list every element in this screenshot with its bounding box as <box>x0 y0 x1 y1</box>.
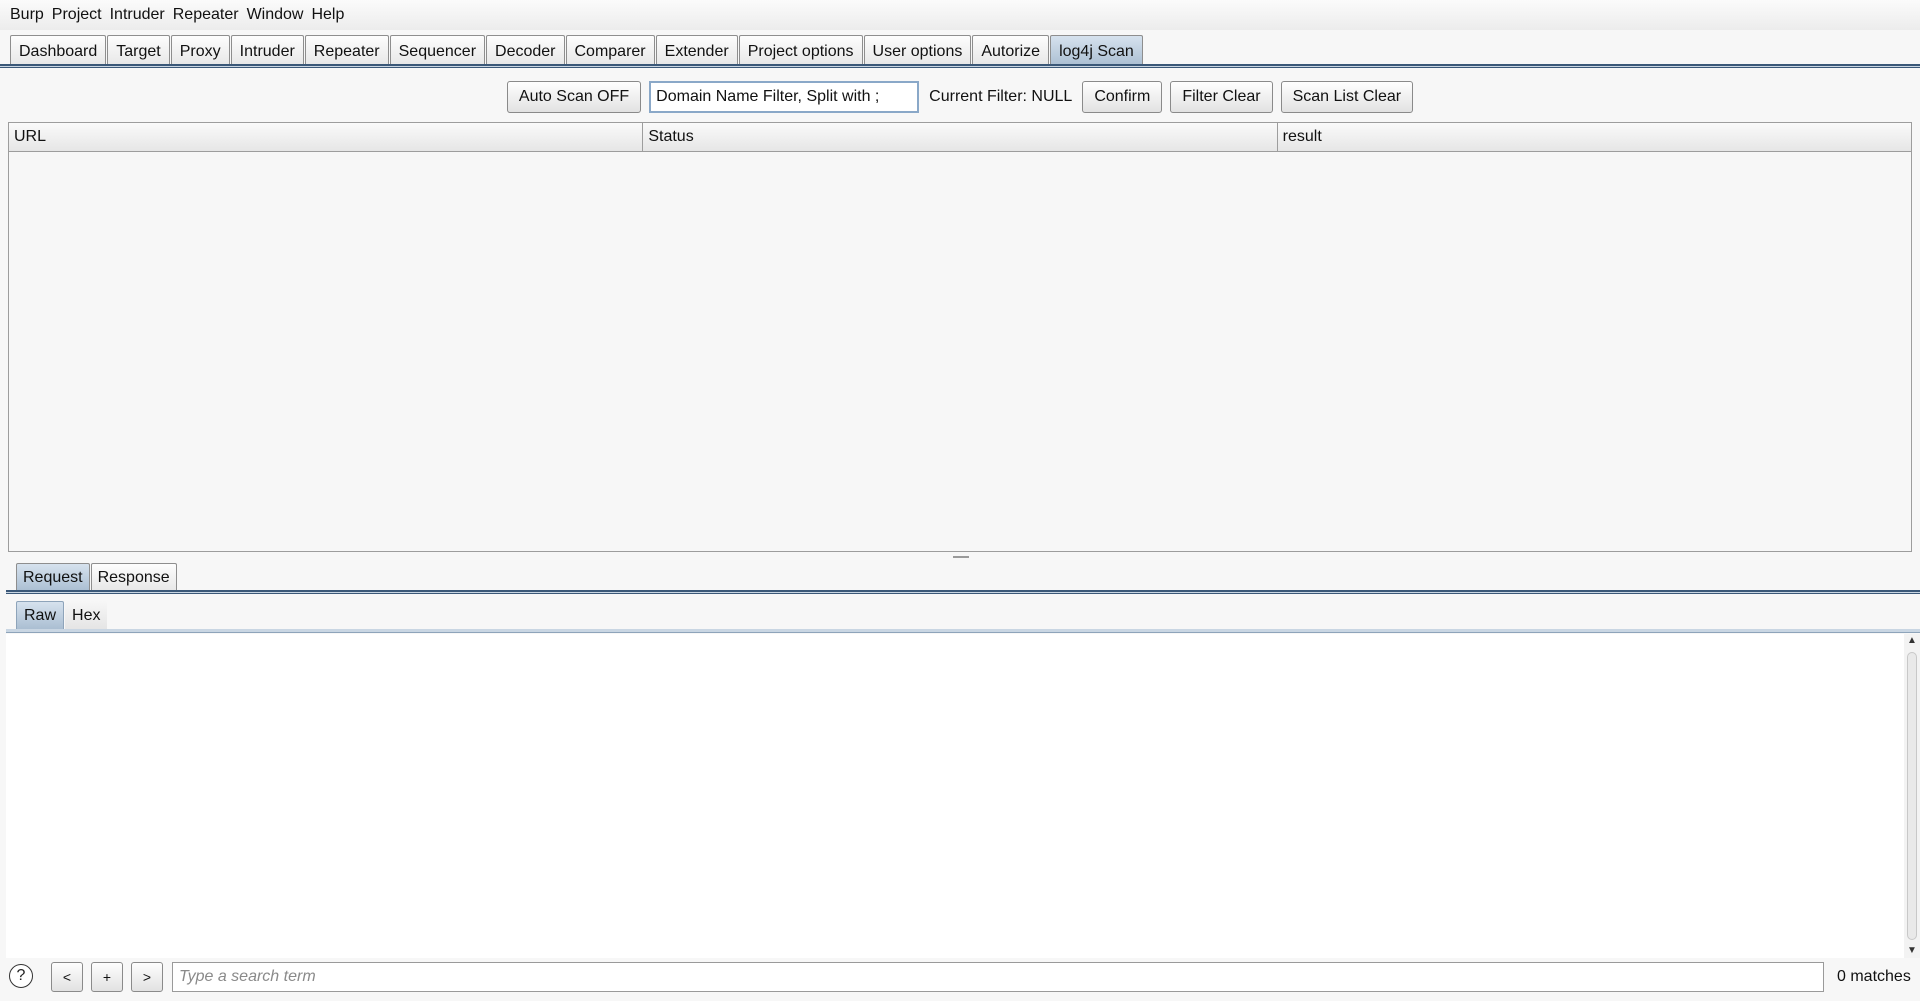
tab-log4j-scan[interactable]: log4j Scan <box>1050 35 1143 67</box>
message-tab-strip: Request Response <box>16 562 178 592</box>
tab-hex[interactable]: Hex <box>65 601 108 630</box>
scan-results-table[interactable]: URL Status result <box>8 122 1912 552</box>
tab-repeater[interactable]: Repeater <box>304 35 389 67</box>
message-tab-underline <box>6 590 1920 594</box>
tab-sequencer[interactable]: Sequencer <box>389 35 486 67</box>
tab-proxy[interactable]: Proxy <box>170 35 230 67</box>
filter-clear-button[interactable]: Filter Clear <box>1170 81 1273 113</box>
column-header-result[interactable]: result <box>1277 123 1911 151</box>
search-input[interactable]: Type a search term <box>172 962 1824 992</box>
tab-request[interactable]: Request <box>16 563 90 592</box>
scroll-down-arrow-icon[interactable]: ▼ <box>1904 944 1920 958</box>
match-count: 0 matches <box>1837 968 1911 985</box>
current-filter-label: Current Filter: NULL <box>929 88 1073 105</box>
tab-intruder[interactable]: Intruder <box>230 35 304 67</box>
column-header-status[interactable]: Status <box>643 123 1278 151</box>
column-header-url[interactable]: URL <box>9 123 644 151</box>
table-header: URL Status result <box>9 123 1911 152</box>
scan-list-clear-button[interactable]: Scan List Clear <box>1280 81 1414 113</box>
menu-help[interactable]: Help <box>307 0 348 30</box>
help-icon[interactable]: ? <box>9 964 33 988</box>
menu-bar: Burp Project Intruder Repeater Window He… <box>0 0 1920 30</box>
tab-project-options[interactable]: Project options <box>738 35 863 67</box>
view-tab-strip: Raw Hex <box>16 600 108 630</box>
domain-filter-input[interactable]: Domain Name Filter, Split with ; <box>649 81 920 113</box>
tab-dashboard[interactable]: Dashboard <box>10 35 107 67</box>
tab-comparer[interactable]: Comparer <box>565 35 655 67</box>
menu-burp[interactable]: Burp <box>6 0 48 30</box>
confirm-button[interactable]: Confirm <box>1082 81 1163 113</box>
log4j-toolbar: Auto Scan OFF Domain Name Filter, Split … <box>0 80 1920 114</box>
menu-intruder[interactable]: Intruder <box>106 0 169 30</box>
menu-window[interactable]: Window <box>243 0 308 30</box>
tab-target[interactable]: Target <box>107 35 170 67</box>
scroll-up-arrow-icon[interactable]: ▲ <box>1904 634 1920 648</box>
scroll-thumb[interactable] <box>1907 652 1917 940</box>
previous-match-button[interactable]: < <box>51 962 83 992</box>
tab-response[interactable]: Response <box>90 563 177 592</box>
tab-decoder[interactable]: Decoder <box>486 35 565 67</box>
editor-scrollbar[interactable]: ▲ ▼ <box>1904 634 1920 958</box>
main-tab-strip: Dashboard Target Proxy Intruder Repeater… <box>0 33 1920 67</box>
split-pane-divider[interactable] <box>953 556 969 558</box>
tab-strip-underline <box>0 64 1920 68</box>
tab-extender[interactable]: Extender <box>655 35 738 67</box>
menu-project[interactable]: Project <box>48 0 106 30</box>
search-bar: ? < + > Type a search term 0 matches <box>0 960 1920 998</box>
tab-autorize[interactable]: Autorize <box>972 35 1050 67</box>
menu-repeater[interactable]: Repeater <box>169 0 243 30</box>
message-editor[interactable]: ▲ ▼ <box>6 634 1920 958</box>
auto-scan-button[interactable]: Auto Scan OFF <box>506 81 642 113</box>
add-search-button[interactable]: + <box>91 962 123 992</box>
view-tab-underline <box>6 629 1920 633</box>
next-match-button[interactable]: > <box>131 962 163 992</box>
tab-raw[interactable]: Raw <box>16 601 65 630</box>
tab-user-options[interactable]: User options <box>863 35 972 67</box>
